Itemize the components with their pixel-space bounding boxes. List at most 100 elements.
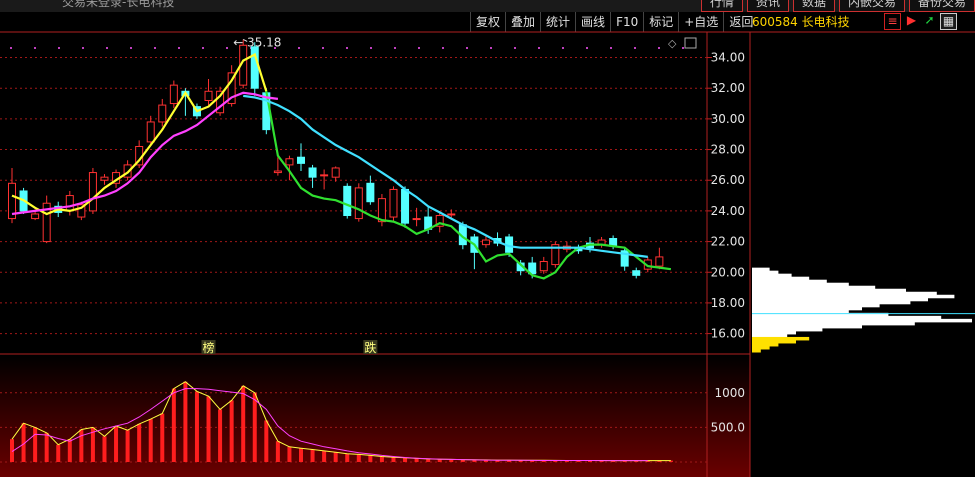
marker-dot bbox=[10, 47, 12, 49]
marker-dot bbox=[226, 47, 228, 49]
chip-bar bbox=[752, 285, 876, 290]
candle-body bbox=[65, 195, 74, 212]
marker-dot bbox=[586, 47, 588, 49]
marker-dot bbox=[154, 47, 156, 49]
volume-bar bbox=[125, 430, 130, 462]
marker-dot bbox=[202, 47, 204, 49]
chip-bar bbox=[752, 327, 823, 332]
candle-body bbox=[343, 185, 352, 217]
marker-dot bbox=[658, 47, 660, 49]
volume-bar bbox=[229, 400, 234, 462]
chip-bar bbox=[752, 294, 955, 299]
marker-dot bbox=[178, 47, 180, 49]
chip-bar bbox=[752, 309, 849, 314]
volume-bar bbox=[160, 413, 165, 462]
candle-body bbox=[169, 84, 178, 105]
price-tick-label: 20.00 bbox=[711, 265, 745, 279]
marker-dot bbox=[34, 47, 36, 49]
event-marker-label: 跌 bbox=[364, 340, 376, 355]
candle-body bbox=[146, 121, 155, 143]
volume-bar bbox=[102, 436, 107, 462]
chip-bar bbox=[752, 324, 862, 329]
chip-bar bbox=[752, 348, 761, 353]
candle-body bbox=[285, 158, 294, 166]
volume-bar bbox=[368, 455, 373, 462]
marker-dot bbox=[538, 47, 540, 49]
volume-bar bbox=[391, 457, 396, 462]
candle-body bbox=[88, 172, 97, 212]
chip-bar bbox=[752, 321, 915, 326]
volume-bar bbox=[287, 446, 292, 462]
volume-bar bbox=[79, 429, 84, 462]
price-tick-label: 24.00 bbox=[711, 204, 745, 218]
chip-bar bbox=[752, 291, 937, 296]
marker-dot bbox=[514, 47, 516, 49]
chip-bar bbox=[752, 303, 880, 308]
volume-bar bbox=[310, 449, 315, 462]
volume-bar bbox=[44, 432, 49, 462]
candle-body bbox=[401, 188, 410, 224]
candle-body bbox=[366, 182, 375, 203]
candle-body bbox=[539, 261, 548, 272]
volume-bar bbox=[345, 453, 350, 462]
marker-dot bbox=[106, 47, 108, 49]
candle-body bbox=[250, 46, 259, 89]
price-tick-label: 18.00 bbox=[711, 296, 745, 310]
event-marker-label: 榜 bbox=[203, 340, 215, 355]
chip-bar bbox=[752, 276, 810, 281]
chip-bar bbox=[752, 297, 928, 302]
marker-dot bbox=[82, 47, 84, 49]
kline-chart[interactable]: 34.00 32.00 30.00 28.00 26.00 24.00 22.00 20.00… bbox=[0, 0, 975, 477]
volume-bar bbox=[252, 392, 257, 462]
price-tick-label: 26.00 bbox=[711, 173, 745, 187]
marker-dot bbox=[130, 47, 132, 49]
price-tick-label: 32.00 bbox=[711, 81, 745, 95]
price-tick-label: 28.00 bbox=[711, 143, 745, 157]
candle-body bbox=[331, 167, 340, 178]
marker-dot bbox=[442, 47, 444, 49]
volume-bar bbox=[114, 426, 119, 462]
candle-body bbox=[100, 176, 109, 181]
volume-bar bbox=[356, 454, 361, 462]
candle-body bbox=[412, 218, 421, 221]
marker-dot bbox=[466, 47, 468, 49]
ma-cyan-line bbox=[243, 94, 648, 258]
volume-bar bbox=[206, 396, 211, 462]
candle-body bbox=[389, 188, 398, 218]
chip-bar bbox=[752, 306, 862, 311]
marker-dot bbox=[298, 47, 300, 49]
price-tick-label: 34.00 bbox=[711, 51, 745, 65]
volume-bar bbox=[33, 427, 38, 462]
volume-bar bbox=[299, 448, 303, 462]
candle-body bbox=[481, 239, 490, 246]
candle-body bbox=[204, 90, 213, 101]
zoom-icon bbox=[684, 37, 697, 49]
candle-body bbox=[31, 213, 40, 220]
chip-bar bbox=[752, 267, 770, 272]
volume-bar bbox=[171, 388, 176, 462]
volume-bar bbox=[56, 444, 61, 462]
chip-bar bbox=[752, 339, 796, 344]
price-tick-label: 16.00 bbox=[711, 327, 745, 341]
candle-body bbox=[308, 167, 317, 178]
volume-bar bbox=[67, 439, 72, 462]
volume-panel-bg bbox=[0, 355, 750, 477]
chip-bar bbox=[752, 333, 788, 338]
chip-bar bbox=[752, 345, 770, 350]
chip-bar bbox=[752, 270, 779, 275]
volume-bar bbox=[194, 391, 199, 462]
volume-bar bbox=[264, 420, 269, 462]
candle-body bbox=[655, 256, 664, 267]
candle-body bbox=[320, 174, 329, 177]
volume-bar bbox=[379, 456, 384, 462]
marker-dot bbox=[562, 47, 564, 49]
chip-bar bbox=[752, 315, 942, 320]
volume-bar bbox=[183, 381, 188, 462]
marker-dot bbox=[346, 47, 348, 49]
marker-dot bbox=[370, 47, 372, 49]
volume-tick-label: 1000 bbox=[714, 386, 745, 400]
candle-body bbox=[632, 270, 641, 276]
volume-bar bbox=[333, 452, 338, 462]
marker-dot bbox=[394, 47, 396, 49]
candle-body bbox=[447, 213, 456, 216]
